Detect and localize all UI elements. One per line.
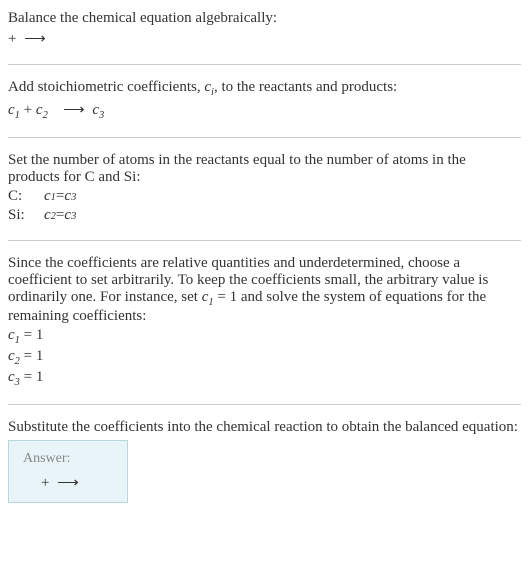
- solve-eq-1: c1 = 1: [8, 327, 521, 346]
- subst-section: Substitute the coefficients into the che…: [8, 413, 521, 509]
- atoms-text: Set the number of atoms in the reactants…: [8, 152, 521, 186]
- answer-equation: + ⟶: [23, 473, 113, 492]
- solve-eq-3: c3 = 1: [8, 369, 521, 388]
- solve-section: Since the coefficients are relative quan…: [8, 249, 521, 396]
- atom-si-rhs-sub: 3: [71, 211, 76, 222]
- atom-c-eq: =: [56, 188, 64, 205]
- intro-plus: +: [8, 31, 20, 47]
- intro-section: Balance the chemical equation algebraica…: [8, 4, 521, 56]
- intro-text: Balance the chemical equation algebraica…: [8, 10, 521, 27]
- answer-plus: +: [41, 475, 53, 491]
- stoich-c1-sub: 1: [15, 110, 20, 121]
- atom-label-si: Si:: [8, 207, 36, 224]
- subst-text: Substitute the coefficients into the che…: [8, 419, 521, 436]
- atoms-section: Set the number of atoms in the reactants…: [8, 146, 521, 232]
- stoich-arrow: ⟶: [63, 100, 85, 119]
- solve-eq1-rest: = 1: [20, 327, 43, 343]
- stoich-c2: c: [36, 102, 43, 118]
- divider-1: [8, 64, 521, 65]
- stoich-text-2: , to the reactants and products:: [214, 79, 397, 95]
- answer-label: Answer:: [23, 451, 113, 467]
- atom-si-eq: =: [56, 207, 64, 224]
- stoich-c1: c: [8, 102, 15, 118]
- answer-box: Answer: + ⟶: [8, 440, 128, 503]
- stoich-ci: c: [204, 79, 211, 95]
- divider-2: [8, 137, 521, 138]
- stoich-plus: +: [24, 102, 36, 118]
- stoich-text: Add stoichiometric coefficients, ci, to …: [8, 79, 521, 98]
- atom-si-lhs: c: [44, 207, 51, 224]
- stoich-equation: c1 + c2 ⟶ c3: [8, 100, 521, 121]
- solve-eq1-c: c: [8, 327, 15, 343]
- answer-arrow: ⟶: [57, 473, 79, 492]
- atom-c-lhs: c: [44, 188, 51, 205]
- solve-eq2-c: c: [8, 348, 15, 364]
- solve-eq-2: c2 = 1: [8, 348, 521, 367]
- solve-eq3-rest: = 1: [20, 369, 43, 385]
- intro-equation: + ⟶: [8, 29, 521, 48]
- solve-eq3-c: c: [8, 369, 15, 385]
- atom-label-c: C:: [8, 188, 36, 205]
- stoich-text-1: Add stoichiometric coefficients,: [8, 79, 204, 95]
- divider-4: [8, 404, 521, 405]
- atom-row-c: C: c1 = c3: [8, 188, 521, 205]
- stoich-c3: c: [92, 102, 99, 118]
- atom-row-si: Si: c2 = c3: [8, 207, 521, 224]
- solve-eq2-rest: = 1: [20, 348, 43, 364]
- divider-3: [8, 240, 521, 241]
- stoich-c3-sub: 3: [99, 110, 104, 121]
- intro-arrow: ⟶: [24, 29, 46, 48]
- stoich-c2-sub: 2: [43, 110, 48, 121]
- atom-c-rhs-sub: 3: [71, 192, 76, 203]
- stoich-section: Add stoichiometric coefficients, ci, to …: [8, 73, 521, 129]
- solve-text: Since the coefficients are relative quan…: [8, 255, 521, 325]
